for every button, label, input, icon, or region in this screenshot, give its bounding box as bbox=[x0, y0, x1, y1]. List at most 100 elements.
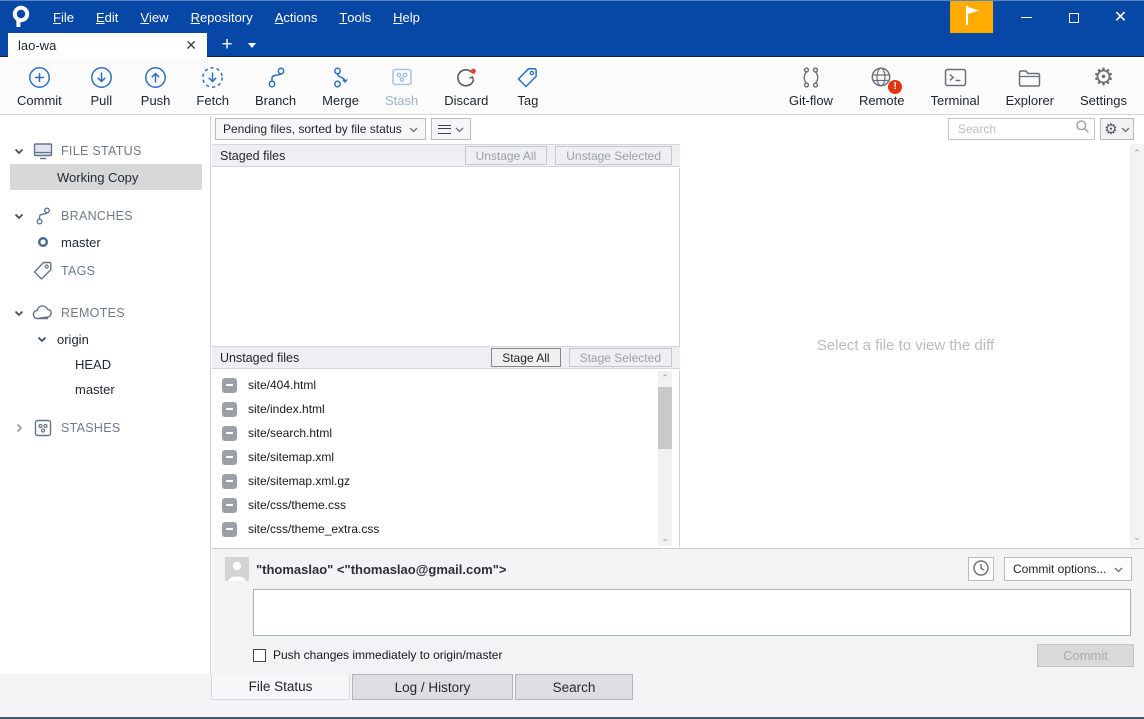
chevron-down-icon bbox=[1121, 120, 1130, 138]
commit-toolbar-button[interactable]: Commit bbox=[4, 58, 75, 114]
settings-toolbar-button[interactable]: ⚙ Settings bbox=[1067, 58, 1140, 114]
file-row[interactable]: site/index.html bbox=[212, 397, 679, 421]
scroll-up-icon[interactable]: ⌃ bbox=[658, 371, 672, 386]
scroll-down-icon[interactable]: ⌄ bbox=[658, 531, 672, 546]
toolbar-label: Remote bbox=[858, 92, 905, 108]
avatar bbox=[225, 557, 249, 581]
search-input[interactable] bbox=[956, 121, 1075, 137]
discard-toolbar-button[interactable]: Discard bbox=[431, 58, 501, 114]
remote-toolbar-button[interactable]: ! Remote bbox=[846, 58, 918, 114]
new-tab-button[interactable]: + bbox=[214, 33, 240, 57]
menu-file[interactable]: File bbox=[42, 1, 85, 33]
diff-placeholder-text: Select a file to view the diff bbox=[816, 337, 995, 354]
menu-tools[interactable]: Tools bbox=[328, 1, 382, 33]
branch-toolbar-button[interactable]: Branch bbox=[242, 58, 309, 114]
menu-repository[interactable]: Repository bbox=[180, 1, 264, 33]
chevron-down-icon[interactable] bbox=[36, 336, 48, 343]
toolbar: Commit Pull Push Fetch Branch Merge Stas… bbox=[0, 58, 1144, 115]
diff-scrollbar[interactable]: ⌃ ⌄ bbox=[1130, 144, 1144, 547]
unstage-all-button[interactable]: Unstage All bbox=[464, 146, 548, 165]
gitflow-toolbar-button[interactable]: Git-flow bbox=[776, 58, 846, 114]
tab-log-history[interactable]: Log / History bbox=[352, 674, 513, 700]
commit-history-clock-button[interactable] bbox=[968, 557, 994, 581]
scroll-up-icon[interactable]: ⌃ bbox=[1130, 146, 1144, 161]
minimize-button[interactable] bbox=[1003, 1, 1050, 34]
maximize-button[interactable] bbox=[1050, 1, 1097, 34]
sidebar-section-label: TAGS bbox=[61, 264, 96, 278]
chevron-right-icon[interactable] bbox=[13, 423, 25, 433]
staged-files-title: Staged files bbox=[220, 148, 286, 163]
menu-actions[interactable]: Actions bbox=[264, 1, 329, 33]
unstaged-list-scrollbar[interactable]: ⌃ ⌄ bbox=[658, 371, 672, 546]
commit-button[interactable]: Commit bbox=[1037, 644, 1134, 667]
sidebar-section-tags[interactable]: TAGS bbox=[0, 255, 210, 287]
menu-edit[interactable]: Edit bbox=[85, 1, 129, 33]
sidebar-item-origin-head[interactable]: HEAD bbox=[0, 352, 210, 377]
file-row[interactable]: site/sitemap.xml.gz bbox=[212, 469, 679, 493]
footer: File Status Log / History Search bbox=[0, 674, 1144, 717]
commit-panel: "thomaslao" <"thomaslao@gmail.com"> Comm… bbox=[212, 548, 1144, 674]
chevron-down-icon[interactable] bbox=[13, 310, 25, 317]
sidebar-section-branches[interactable]: BRANCHES bbox=[0, 203, 210, 229]
toolbar-label: Tag bbox=[517, 92, 539, 108]
file-row[interactable]: site/css/theme_extra.css bbox=[212, 517, 679, 541]
menu-view[interactable]: View bbox=[129, 1, 179, 33]
terminal-icon bbox=[942, 63, 969, 92]
sidebar-section-stashes[interactable]: STASHES bbox=[0, 415, 210, 441]
sidebar-item-origin[interactable]: origin bbox=[0, 326, 210, 352]
view-options-dropdown[interactable] bbox=[431, 118, 471, 140]
explorer-toolbar-button[interactable]: Explorer bbox=[993, 58, 1067, 114]
window-controls: ✕ bbox=[1003, 1, 1144, 34]
tab-close-icon[interactable]: ✕ bbox=[185, 38, 197, 52]
sidebar-item-branch-master[interactable]: master bbox=[0, 229, 210, 255]
stage-all-button[interactable]: Stage All bbox=[491, 348, 561, 367]
tag-toolbar-button[interactable]: Tag bbox=[501, 58, 554, 114]
current-branch-dot-icon bbox=[31, 236, 55, 248]
tab-search[interactable]: Search bbox=[515, 674, 633, 700]
ime-flag-button[interactable] bbox=[950, 1, 993, 34]
tab-list-caret-icon[interactable] bbox=[248, 43, 256, 48]
file-row[interactable]: site/404.html bbox=[212, 373, 679, 397]
push-checkbox-label: Push changes immediately to origin/maste… bbox=[273, 648, 503, 662]
staged-files-header: Staged files Unstage All Unstage Selecte… bbox=[212, 144, 680, 167]
sidebar-item-origin-master[interactable]: master bbox=[0, 377, 210, 402]
chevron-down-icon[interactable] bbox=[13, 213, 25, 220]
chevron-down-icon[interactable] bbox=[13, 148, 25, 155]
pending-files-filter-dropdown[interactable]: Pending files, sorted by file status bbox=[215, 118, 426, 140]
commit-options-label: Commit options... bbox=[1013, 562, 1107, 576]
fetch-toolbar-button[interactable]: Fetch bbox=[183, 58, 242, 114]
sidebar-section-file-status[interactable]: FILE STATUS bbox=[0, 138, 210, 164]
branch-icon bbox=[263, 63, 289, 92]
file-name: site/404.html bbox=[248, 378, 317, 392]
push-toolbar-button[interactable]: Push bbox=[128, 58, 184, 114]
repo-settings-dropdown[interactable]: ⚙ bbox=[1100, 118, 1134, 140]
toolbar-label: Merge bbox=[322, 92, 359, 108]
menu-help[interactable]: Help bbox=[382, 1, 431, 33]
repo-tab[interactable]: lao-wa ✕ bbox=[8, 33, 207, 57]
terminal-toolbar-button[interactable]: Terminal bbox=[917, 58, 992, 114]
sidebar-section-remotes[interactable]: REMOTES bbox=[0, 300, 210, 326]
scrollbar-thumb[interactable] bbox=[658, 387, 672, 449]
chevron-down-icon bbox=[409, 122, 418, 136]
push-immediately-checkbox[interactable] bbox=[253, 648, 266, 662]
file-row[interactable]: site/sitemap.xml bbox=[212, 445, 679, 469]
pull-toolbar-button[interactable]: Pull bbox=[75, 58, 128, 114]
file-status-minus-icon bbox=[222, 377, 237, 393]
close-button[interactable]: ✕ bbox=[1097, 1, 1144, 34]
scroll-down-icon[interactable]: ⌄ bbox=[1130, 530, 1144, 545]
unstage-selected-button[interactable]: Unstage Selected bbox=[555, 146, 672, 165]
tab-bar: lao-wa ✕ + bbox=[0, 33, 1144, 57]
diff-panel: Select a file to view the diff bbox=[681, 144, 1130, 547]
stage-selected-button[interactable]: Stage Selected bbox=[568, 348, 672, 367]
file-row[interactable]: site/css/theme.css bbox=[212, 493, 679, 517]
sidebar-item-working-copy[interactable]: Working Copy bbox=[10, 164, 202, 190]
titlebar: File Edit View Repository Actions Tools … bbox=[0, 0, 1144, 34]
commit-message-input[interactable] bbox=[253, 589, 1131, 636]
tab-file-status[interactable]: File Status bbox=[211, 674, 350, 700]
merge-toolbar-button[interactable]: Merge bbox=[309, 58, 372, 114]
commit-options-dropdown[interactable]: Commit options... bbox=[1004, 557, 1132, 581]
file-row[interactable]: site/search.html bbox=[212, 421, 679, 445]
merge-icon bbox=[328, 63, 354, 92]
staged-files-list[interactable] bbox=[212, 168, 680, 346]
sidebar-section-label: FILE STATUS bbox=[61, 144, 142, 158]
